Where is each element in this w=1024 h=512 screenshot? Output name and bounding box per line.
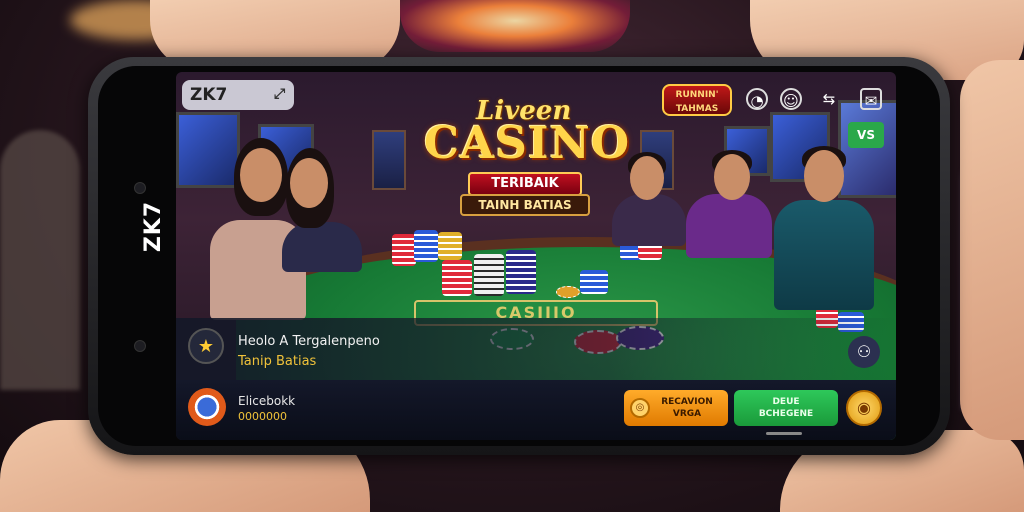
chip-stack [506, 250, 536, 294]
players-icon[interactable]: ⚇ [848, 336, 880, 368]
promo-badge[interactable]: RUNNIN' TAHMAS [662, 84, 732, 116]
brand-search-pill[interactable]: ZK7 ⤢ [182, 80, 294, 110]
wall-screen [838, 100, 896, 198]
clock-icon[interactable]: ◔ [746, 88, 768, 110]
orange-action-button[interactable]: ◎ RECAVION VRGA [624, 390, 728, 426]
brand-label: ZK7 [190, 85, 228, 105]
right-palm [960, 60, 1024, 440]
gold-coin-icon[interactable]: ◉ [846, 390, 882, 426]
chip-stack [392, 234, 416, 266]
chip-stack [580, 270, 608, 294]
info-strip [176, 318, 896, 380]
logo-ribbon: TERIBAIK [468, 172, 582, 196]
chat-icon[interactable]: ☺ [780, 88, 802, 110]
poker-chip [556, 286, 580, 298]
chip-stack [414, 230, 438, 262]
home-indicator[interactable] [766, 432, 802, 435]
mail-icon[interactable]: ✉ [860, 88, 882, 110]
green-button-label: DEUE BCHEGENE [758, 397, 814, 419]
pin-icon[interactable]: ⤢ [274, 86, 285, 102]
chip-stack [438, 232, 462, 260]
side-logo: ZK7 [141, 200, 167, 253]
green-action-button[interactable]: DEUE BCHEGENE [734, 390, 838, 426]
neon-casino-sign [400, 0, 630, 52]
camera-dot [134, 182, 146, 194]
logo-subtitle: TAINH BATIAS [460, 194, 590, 216]
info-subtitle: Tanip Batias [238, 354, 317, 369]
share-icon[interactable]: ⇆ [818, 88, 840, 110]
chip-stack [474, 254, 504, 296]
bottom-title: Elicebokk [238, 394, 296, 408]
casino-logo: Liveen CASINO TERIBAIK TAINH BATIAS [416, 90, 631, 216]
chip-stack [442, 260, 472, 296]
info-title: Heolo A Tergalenpeno [238, 334, 380, 349]
background-person [0, 130, 80, 390]
wall-frame [372, 130, 406, 190]
bottom-subtitle: 0000000 [238, 410, 287, 423]
camera-dot [134, 340, 146, 352]
game-screen[interactable]: CASIIIO Liveen CASINO TERIBAIK TAINH BAT… [176, 72, 896, 440]
star-icon[interactable]: ★ [188, 328, 224, 364]
logo-casino-text: CASINO [424, 118, 631, 169]
game-token-icon[interactable] [188, 388, 226, 426]
wall-screen [176, 112, 240, 188]
vs-button[interactable]: VS [848, 122, 884, 148]
coin-icon: ◎ [630, 398, 650, 418]
